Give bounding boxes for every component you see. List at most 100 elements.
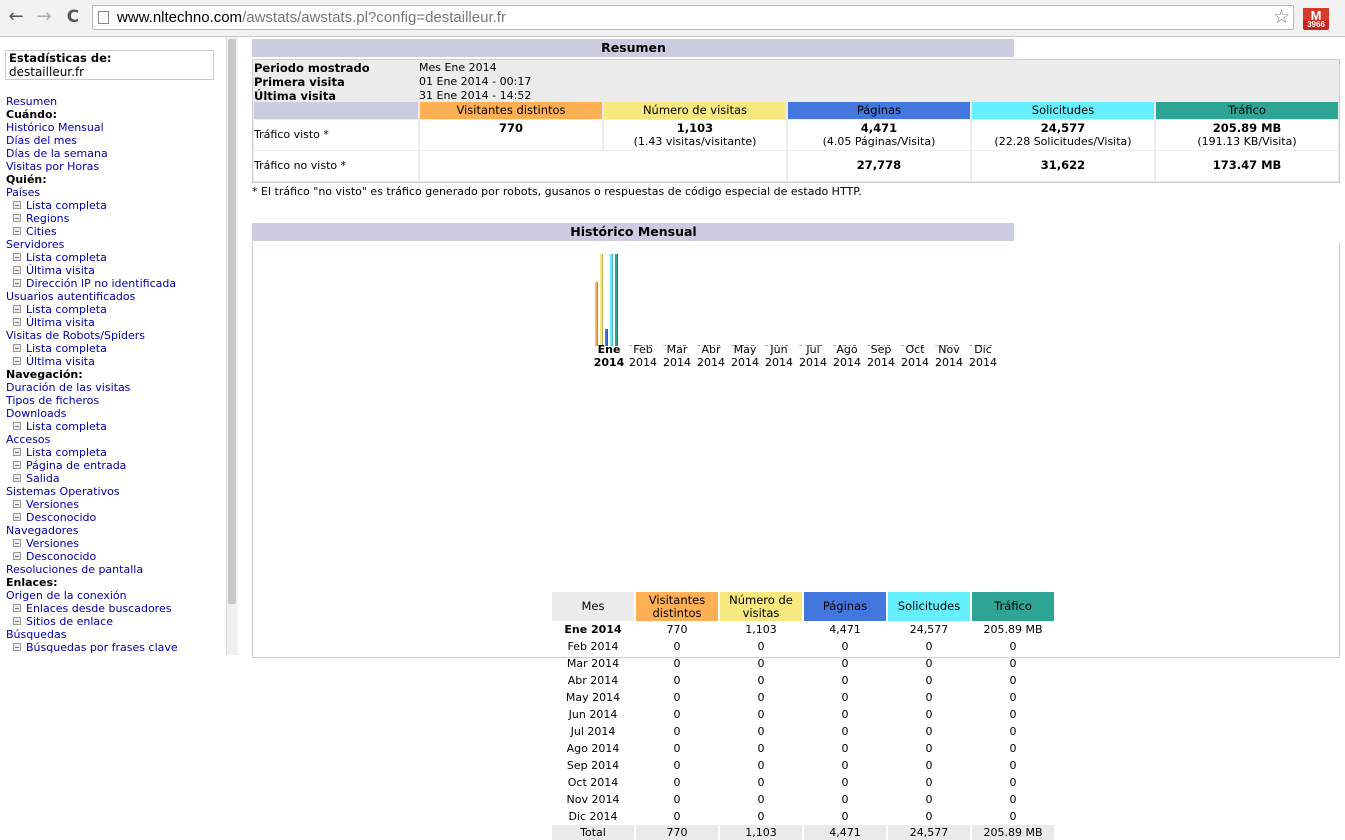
table-cell: 0 [925,674,933,687]
month-name: Sep [870,343,892,356]
table-row: Dic 2014 0 0 0 0 0 [552,808,1054,825]
menu-item[interactable]: Resoluciones de pantalla [6,563,226,576]
table-cell: 24,577 [909,623,949,636]
month-name: Abr [701,343,721,356]
scrollbar-thumb[interactable] [228,39,236,604]
table-cell: 0 [1009,691,1017,704]
viewed-visitors-value: 770 [498,121,523,135]
stats-site: destailleur.fr [9,65,85,79]
table-cell: 0 [673,725,681,738]
table-row: Ago 2014 0 0 0 0 0 [552,740,1054,757]
table-cell: 0 [673,759,681,772]
menu-item[interactable]: Desconocido [6,550,226,563]
table-cell: 0 [1009,708,1017,721]
url-text[interactable]: www.nltechno.com/awstats/awstats.pl?conf… [117,9,506,26]
submenu-bullet-icon [13,305,21,313]
menu-item[interactable]: Visitas por Horas [6,160,226,173]
menu-item[interactable]: Página de entrada [6,459,226,472]
notviewed-label-cell: Tráfico no visto * [254,151,418,181]
menu-item[interactable]: Navegadores [6,524,226,537]
submenu-bullet-icon [13,643,21,651]
table-cell: Jun 2014 [568,708,618,721]
menu-item[interactable]: Días de la semana [6,147,226,160]
address-bar[interactable]: www.nltechno.com/awstats/awstats.pl?conf… [92,5,1294,30]
table-cell: Jul 2014 [570,725,616,738]
menu-item[interactable]: Tipos de ficheros [6,394,226,407]
month-name: Mar [666,343,688,356]
submenu-bullet-icon [13,318,21,326]
menu-item[interactable]: Histórico Mensual [6,121,226,134]
menu-item[interactable]: Servidores [6,238,226,251]
bookmark-star-icon[interactable]: ☆ [1273,6,1290,29]
table-cell: 770 [666,623,688,636]
table-cell: 0 [1009,776,1017,789]
menu-item[interactable]: Usuarios autentificados [6,290,226,303]
table-row: Sep 2014 0 0 0 0 0 [552,757,1054,774]
first-visit-label: Primera visita [254,75,345,89]
menu-item[interactable]: Lista completa [6,446,226,459]
menu-item[interactable]: Última visita [6,264,226,277]
menu-item[interactable]: Cities [6,225,226,238]
menu-item[interactable]: Lista completa [6,420,226,433]
menu-item[interactable]: Downloads [6,407,226,420]
table-cell: 0 [757,640,765,653]
gmail-extension-icon[interactable]: M 3966 [1303,8,1329,30]
forward-arrow-icon[interactable]: → [32,5,56,29]
menu-item[interactable]: Desconocido [6,511,226,524]
table-cell: 0 [841,725,849,738]
menu-item[interactable]: Última visita [6,316,226,329]
menu-item[interactable]: Versiones [6,537,226,550]
menu-item[interactable]: Enlaces desde buscadores [6,602,226,615]
menu-item[interactable]: Regions [6,212,226,225]
table-cell: 1,103 [745,623,777,636]
submenu-bullet-icon [13,422,21,430]
menu-item[interactable]: Dirección IP no identificada [6,277,226,290]
table-cell: 205.89 MB [983,623,1043,636]
menu-item[interactable]: Países [6,186,226,199]
table-cell: 0 [925,640,933,653]
menu-item[interactable]: Sitios de enlace [6,615,226,628]
menu-item[interactable]: Búsquedas [6,628,226,641]
menu-item[interactable]: Lista completa [6,342,226,355]
viewed-bandwidth-sub: (191.13 KB/Visita) [1197,135,1297,148]
period-label: Periodo mostrado [254,61,370,75]
menu-item[interactable]: Lista completa [6,251,226,264]
menu-item[interactable]: Salida [6,472,226,485]
back-arrow-icon[interactable]: ← [4,5,28,29]
menu-section-heading: Enlaces: [6,576,226,589]
menu-item[interactable]: Resumen [6,95,226,108]
table-cell: 0 [673,674,681,687]
menu-item[interactable]: Búsquedas por frases clave [6,641,226,654]
menu-item-label: Desconocido [26,511,97,524]
menu-item[interactable]: Duración de las visitas [6,381,226,394]
month-year: 2014 [697,356,725,369]
notviewed-bandwidth-value: 173.47 MB [1212,158,1282,172]
menu-item[interactable]: Días del mes [6,134,226,147]
menu-scrollbar[interactable] [226,37,238,655]
menu-item[interactable]: Origen de la conexión [6,589,226,602]
table-row: Feb 2014 0 0 0 0 0 [552,638,1054,655]
menu-item[interactable]: Lista completa [6,199,226,212]
notviewed-bandwidth-cell: 173.47 MB [1156,151,1338,181]
submenu-bullet-icon [13,357,21,365]
table-cell: 0 [673,776,681,789]
table-cell: 0 [673,810,681,823]
menu-item[interactable]: Última visita [6,355,226,368]
month-tick-label: Oct 2014 [898,343,932,369]
reload-icon[interactable]: C [61,5,85,29]
menu-item[interactable]: Lista completa [6,303,226,316]
table-cell: 0 [757,725,765,738]
submenu-bullet-icon [13,279,21,287]
month-tick-label: Abr 2014 [694,343,728,369]
menu-item[interactable]: Sistemas Operativos [6,485,226,498]
table-cell: Sep 2014 [566,759,620,772]
table-cell: 0 [1009,640,1017,653]
col-month: Mes [552,592,634,621]
menu-item[interactable]: Versiones [6,498,226,511]
menu-item-label: Salida [26,472,60,485]
menu-item-label: Accesos [6,433,51,446]
viewed-bandwidth-cell: 205.89 MB (191.13 KB/Visita) [1156,120,1338,150]
menu-item[interactable]: Visitas de Robots/Spiders [6,329,226,342]
menu-item[interactable]: Accesos [6,433,226,446]
notviewed-empty-cell [420,151,786,181]
